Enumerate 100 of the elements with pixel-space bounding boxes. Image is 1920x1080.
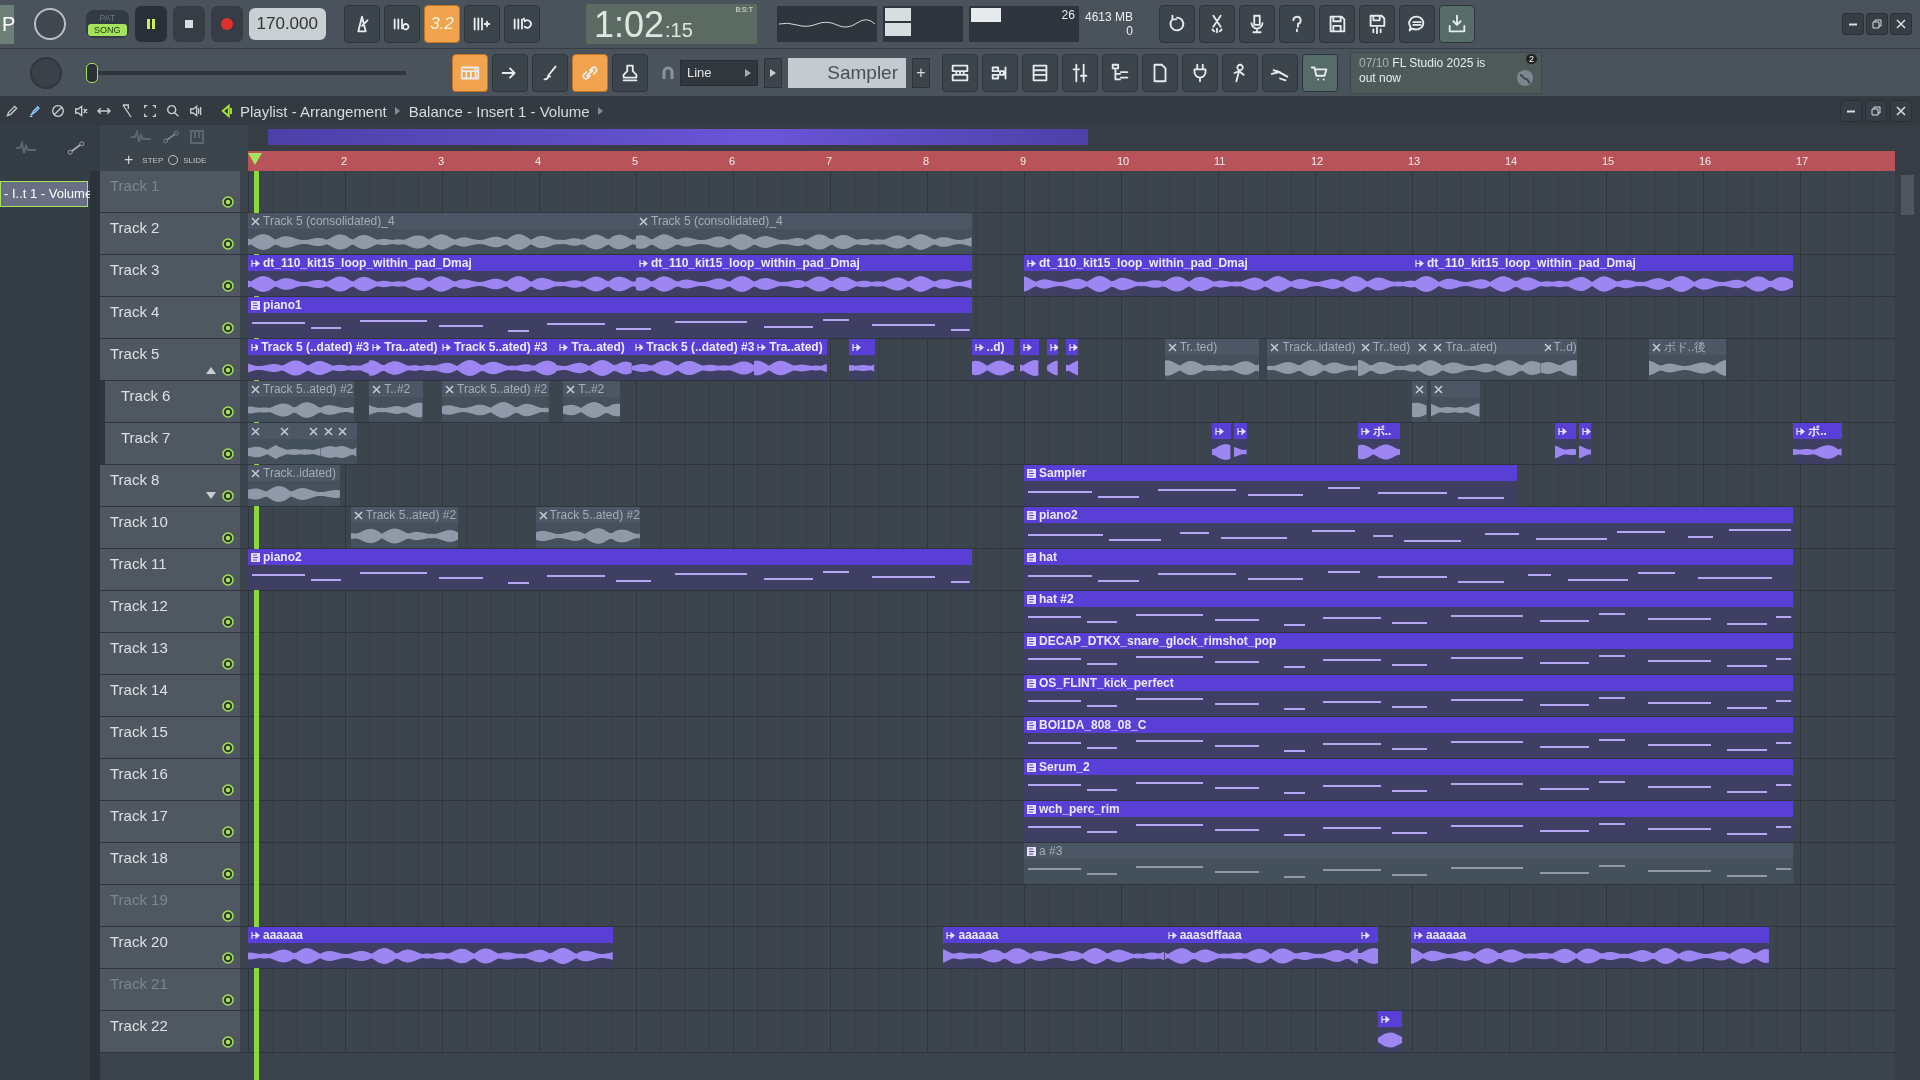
audio-clip[interactable]: dt_110_kit15_loop_within_pad_Dmaj <box>248 255 636 296</box>
clip-label: Track 5 (consolidated)_4 <box>263 214 395 228</box>
clip-label: T..#2 <box>578 382 605 396</box>
pattern-clip[interactable]: hat #2 <box>1024 591 1794 632</box>
track-header[interactable]: Track 5 <box>100 339 240 380</box>
clip-label: hat <box>1039 550 1057 564</box>
mode-toggle[interactable]: SONG <box>88 24 127 36</box>
track-header[interactable]: Track 20 <box>100 927 240 968</box>
track-name: Track 4 <box>110 303 160 320</box>
audio-clip[interactable]: Tr..ted) <box>1164 339 1259 380</box>
audio-clip[interactable]: aaaaaa <box>943 927 1165 968</box>
audio-clip[interactable]: T..#2 <box>369 381 423 422</box>
track-header[interactable]: Track 4 <box>100 297 240 338</box>
clip-label: Tr..ted) <box>1179 340 1218 354</box>
clip-label: BOI1DA_808_08_C <box>1039 718 1147 732</box>
track-header[interactable]: Track 18 <box>100 843 240 884</box>
audio-clip[interactable]: Track 5..ated) #2 <box>442 381 549 422</box>
pattern-clip[interactable]: BOI1DA_808_08_C <box>1024 717 1794 758</box>
add-pattern-button[interactable]: + <box>912 57 930 88</box>
clip-label: Track 5..ated) #2 <box>365 508 457 522</box>
pattern-selector[interactable]: Sampler <box>788 57 906 88</box>
track-header[interactable]: Track 14 <box>100 675 240 716</box>
audio-clip[interactable]: dt_110_kit15_loop_within_pad_Dmaj <box>1024 255 1412 296</box>
slide-toggle[interactable]: SLIDE <box>183 155 207 165</box>
track-header[interactable]: Track 3 <box>100 255 240 296</box>
tempo-display[interactable]: 170.000 <box>248 8 326 40</box>
timeline-ruler[interactable]: 2 3 4 5 6 7 8 9 10 11 12 13 14 15 16 17 <box>248 151 1920 171</box>
audio-clip[interactable]: Track 5 (consolidated)_4 <box>636 213 972 254</box>
audio-clip[interactable]: aaaaaa <box>1411 927 1769 968</box>
clip-label: Track..idated) <box>263 466 336 480</box>
breadcrumb-text[interactable]: Balance - Insert 1 - Volume <box>408 102 590 120</box>
audio-clip[interactable]: Track..idated) <box>248 465 341 506</box>
bar-number: 15 <box>1602 155 1615 167</box>
track-name: Track 6 <box>121 387 171 404</box>
audio-clip[interactable]: ボ.. <box>1793 423 1842 464</box>
news-panel[interactable]: 07/10 FL Studio 2025 is out now 2 <box>1350 51 1542 94</box>
step-toggle[interactable]: STEP <box>142 155 164 165</box>
track-header[interactable]: Track 16 <box>100 759 240 800</box>
clip-label: ボ.. <box>1372 422 1392 440</box>
pattern-clip[interactable]: wch_perc_rim <box>1024 801 1794 842</box>
audio-clip[interactable]: Track 5..ated) #3 <box>439 339 557 380</box>
track-header[interactable]: Track 12 <box>100 591 240 632</box>
bar-number: 5 <box>632 155 639 167</box>
add-track-button[interactable]: + <box>120 151 138 169</box>
audio-clip[interactable]: ボ.. <box>1357 423 1401 464</box>
pattern-clip[interactable]: piano2 <box>1024 507 1794 548</box>
bar-number: 13 <box>1408 155 1421 167</box>
bar-number: 11 <box>1214 155 1226 167</box>
audio-clip[interactable]: Track 5..ated) #2 <box>350 507 459 548</box>
audio-clip[interactable]: Tra..ated) <box>556 339 633 380</box>
audio-clip[interactable]: Track..idated) <box>1267 339 1358 380</box>
track-header[interactable]: Track 6 <box>100 381 240 422</box>
audio-clip[interactable]: T..d) <box>1541 339 1577 380</box>
audio-clip[interactable]: Track 5..ated) #2 <box>536 507 640 548</box>
pattern-clip[interactable]: OS_FLINT_kick_perfect <box>1024 675 1794 716</box>
audio-clip[interactable]: Track 5 (..dated) #3 <box>248 339 370 380</box>
panel-tab[interactable]: P <box>0 4 14 44</box>
track-header[interactable]: Track 10 <box>100 507 240 548</box>
pattern-clip[interactable]: Serum_2 <box>1024 759 1794 800</box>
clip-label: Track 5 (consolidated)_4 <box>651 214 783 228</box>
track-name: Track 11 <box>110 555 167 572</box>
audio-clip[interactable]: Track 5 (consolidated)_4 <box>248 213 636 254</box>
bar-number: 10 <box>1117 155 1130 167</box>
audio-clip[interactable]: Track 5..ated) #2 <box>248 381 354 422</box>
track-header[interactable]: Track 15 <box>100 717 240 758</box>
audio-clip[interactable]: dt_110_kit15_loop_within_pad_Dmaj <box>636 255 972 296</box>
pattern-clip[interactable]: Sampler <box>1024 465 1517 506</box>
audio-clip[interactable]: Tra..ated) <box>369 339 440 380</box>
track-name: Track 8 <box>110 471 160 488</box>
track-header[interactable]: Track 8 <box>100 465 240 506</box>
audio-clip[interactable]: Tr..ted) <box>1357 339 1415 380</box>
pattern-clip[interactable]: piano1 <box>248 297 972 338</box>
pattern-clip[interactable]: a #3 <box>1024 843 1794 884</box>
bar-number: 14 <box>1505 155 1518 167</box>
audio-clip[interactable]: T..#2 <box>563 381 621 422</box>
pattern-clip[interactable]: DECAP_DTKX_snare_glock_rimshot_pop <box>1024 633 1794 674</box>
audio-clip[interactable]: ボド..後 <box>1648 339 1727 380</box>
audio-clip[interactable]: Track 5 (..dated) #3 <box>632 339 755 380</box>
track-header[interactable]: Track 2 <box>100 213 240 254</box>
pattern-clip[interactable]: piano2 <box>248 549 972 590</box>
audio-clip[interactable]: ..d) <box>971 339 1015 380</box>
track-header[interactable]: Track 22 <box>100 1011 240 1052</box>
track-header[interactable]: Track 17 <box>100 801 240 842</box>
audio-clip[interactable]: Tra..ated) <box>754 339 828 380</box>
track-name: Track 13 <box>110 639 168 656</box>
track-header[interactable]: Track 11 <box>100 549 240 590</box>
track-name: Track 12 <box>110 597 168 614</box>
track-header[interactable]: Track 13 <box>100 633 240 674</box>
clip-label: piano2 <box>263 550 302 564</box>
notification-count: 2 <box>1526 53 1537 64</box>
audio-clip[interactable]: dt_110_kit15_loop_within_pad_Dmaj <box>1412 255 1794 296</box>
clip-label: dt_110_kit15_loop_within_pad_Dmaj <box>1427 256 1636 270</box>
track-name: Track 3 <box>110 261 160 278</box>
track-header[interactable]: Track 7 <box>100 423 240 464</box>
pattern-clip[interactable]: hat <box>1024 549 1794 590</box>
audio-clip[interactable]: aaaaaa <box>248 927 613 968</box>
snap-dropdown[interactable]: Line <box>680 59 758 86</box>
audio-clip[interactable]: Tra..ated) <box>1430 339 1541 380</box>
audio-clip[interactable]: aaasdffaaa <box>1164 927 1358 968</box>
clip-label: Tra..ated) <box>1445 340 1497 354</box>
